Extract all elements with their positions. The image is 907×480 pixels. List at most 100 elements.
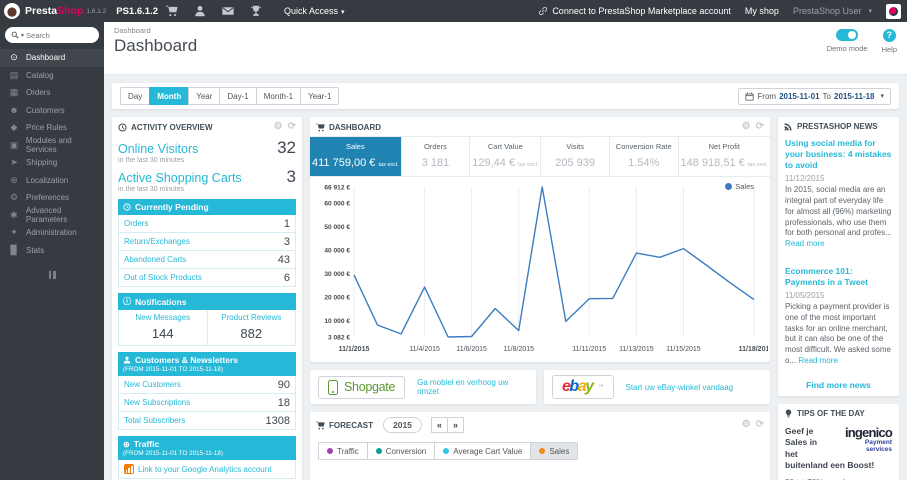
gear-icon[interactable]: ⚙: [742, 420, 751, 430]
toggle-conversion[interactable]: Conversion: [367, 443, 436, 459]
range-year-1-button[interactable]: Year-1: [300, 87, 340, 105]
svg-text:11/15/2015: 11/15/2015: [666, 346, 701, 353]
advanced-parameters-icon: ✱: [10, 209, 18, 220]
toggle-traffic[interactable]: Traffic: [319, 443, 368, 459]
user-avatar[interactable]: [886, 3, 901, 19]
table-row: Total Subscribers 1308: [118, 412, 296, 430]
news-panel-title: PRESTASHOP NEWS: [797, 122, 878, 131]
new-messages-link[interactable]: New Messages: [121, 313, 205, 322]
sales-chart: Sales 11/1/2015 11/4/2015 11/6/2015 11/8/20…: [310, 177, 770, 362]
gear-icon[interactable]: ⚙: [274, 122, 283, 132]
kpi-visits-tab[interactable]: Visits 205 939: [541, 137, 610, 176]
google-analytics-link[interactable]: Link to your Google Analytics account: [138, 465, 271, 474]
pending-returns-link[interactable]: Return/Exchanges: [124, 237, 190, 246]
calendar-icon: [745, 92, 754, 101]
gear-icon[interactable]: ⚙: [742, 122, 751, 132]
marketplace-link[interactable]: Connect to PrestaShop Marketplace accoun…: [538, 6, 731, 16]
total-subscribers-link[interactable]: Total Subscribers: [124, 416, 185, 425]
sidebar-item-orders[interactable]: ▦ Orders: [0, 84, 104, 102]
read-more-link[interactable]: Read more: [798, 356, 838, 365]
customers-table: New Customers 90 New Subscriptions 18 Tota…: [118, 376, 296, 430]
page-title: Dashboard: [114, 36, 198, 55]
help-icon[interactable]: ?: [882, 29, 896, 42]
sidebar-search[interactable]: ▾: [5, 27, 99, 43]
sidebar-item-price-rules[interactable]: ◆ Price Rules: [0, 119, 104, 137]
shopgate-link[interactable]: Ga mobiel en verhoog uw omzet: [417, 378, 528, 396]
range-day-1-button[interactable]: Day-1: [219, 87, 257, 105]
article-excerpt: In 2015, social media are an integral pa…: [785, 185, 892, 249]
my-shop-link[interactable]: My shop: [745, 6, 779, 16]
pending-table: Orders 1 Return/Exchanges 3 Abandoned Cart…: [118, 215, 296, 287]
svg-text:66 912 €: 66 912 €: [324, 184, 350, 191]
refresh-icon[interactable]: ⟳: [756, 420, 764, 430]
find-more-news-link[interactable]: Find more news: [778, 372, 899, 396]
ebay-link[interactable]: Start uw eBay-winkel vandaag: [626, 383, 734, 392]
sidebar-item-shipping[interactable]: ➤ Shipping: [0, 154, 104, 172]
shop-code: PS1.6.1.2: [116, 5, 158, 17]
svg-text:60 000 €: 60 000 €: [324, 201, 350, 208]
range-day-button[interactable]: Day: [120, 87, 151, 105]
sidebar-item-dashboard[interactable]: ⊙ Dashboard: [0, 49, 104, 67]
active-carts-link[interactable]: Active Shopping Carts: [118, 171, 242, 185]
online-visitors-value: 32: [277, 138, 296, 157]
toggle-sales[interactable]: Sales: [531, 443, 578, 459]
kpi-sales-tab[interactable]: Sales 411 759,00 € tax excl.: [310, 137, 402, 176]
svg-text:11/1/2015: 11/1/2015: [339, 346, 370, 353]
activity-icon: [118, 123, 127, 132]
kpi-cart-value-tab[interactable]: Cart Value 129,44 € tax excl.: [470, 137, 542, 176]
out-of-stock-link[interactable]: Out of Stock Products: [124, 273, 202, 282]
user-menu[interactable]: PrestaShop User ▾: [793, 6, 872, 16]
refresh-icon[interactable]: ⟳: [288, 122, 296, 132]
tips-of-the-day-panel: TIPS OF THE DAY ingenico Payment services…: [778, 403, 899, 480]
article-date: 11/05/2015: [785, 291, 825, 301]
previous-year-button[interactable]: «: [430, 417, 448, 433]
read-more-link[interactable]: Read more: [785, 239, 825, 248]
date-range-picker[interactable]: From 2015-11-01 To 2015-11-18 ▾: [738, 87, 891, 105]
kpi-net-profit-tab[interactable]: Net Profit 148 918,51 € tax excl.: [679, 137, 770, 176]
kpi-conversion-tab[interactable]: Conversion Rate 1.54%: [610, 137, 679, 176]
sidebar-item-administration[interactable]: ✦ Administration: [0, 224, 104, 242]
employees-icon[interactable]: [194, 5, 206, 17]
phone-icon: [328, 379, 338, 395]
sidebar-item-stats[interactable]: ▉ Stats: [0, 242, 104, 260]
range-year-button[interactable]: Year: [188, 87, 221, 105]
range-month-1-button[interactable]: Month-1: [255, 87, 302, 105]
article-title-link[interactable]: Ecommerce 101: Payments in a Tweet: [785, 266, 892, 288]
sidebar-item-localization[interactable]: ⊕ Localization: [0, 172, 104, 190]
dashboard-panel-title: DASHBOARD: [329, 122, 381, 132]
product-reviews-link[interactable]: Product Reviews: [210, 313, 294, 322]
sidebar-collapse-button[interactable]: [47, 271, 57, 279]
quick-access-menu[interactable]: Quick Access ▾: [284, 6, 345, 16]
pending-orders-link[interactable]: Orders: [124, 219, 148, 228]
online-visitors-link[interactable]: Online Visitors: [118, 142, 198, 156]
abandoned-carts-link[interactable]: Abandoned Carts: [124, 255, 186, 264]
to-date: 2015-11-18: [834, 91, 875, 101]
refresh-icon[interactable]: ⟳: [756, 122, 764, 132]
sidebar-item-preferences[interactable]: ⚙ Preferences: [0, 189, 104, 207]
sales-dot-icon: [539, 448, 546, 454]
svg-text:11/6/2015: 11/6/2015: [456, 346, 487, 353]
next-year-button[interactable]: »: [446, 417, 464, 433]
range-month-button[interactable]: Month: [149, 87, 190, 105]
sidebar-item-catalog[interactable]: ▤ Catalog: [0, 67, 104, 85]
toggle-average-cart-value[interactable]: Average Cart Value: [435, 443, 532, 459]
shipping-icon: ➤: [10, 157, 18, 168]
ingenico-logo: ingenico Payment services: [844, 424, 893, 453]
news-article: Using social media for your business: 4 …: [778, 135, 899, 255]
kpi-orders-tab[interactable]: Orders 3 181: [402, 137, 471, 176]
new-customers-link[interactable]: New Customers: [124, 380, 181, 389]
table-row: New Customers 90: [118, 376, 296, 394]
chart-legend[interactable]: Sales: [725, 182, 754, 191]
new-subscriptions-link[interactable]: New Subscriptions: [124, 398, 190, 407]
sidebar-item-modules[interactable]: ▣ Modules and Services: [0, 136, 104, 154]
search-input[interactable]: [26, 30, 83, 40]
sidebar-item-advanced-parameters[interactable]: ✱ Advanced Parameters: [0, 206, 104, 224]
modules-icon: ▣: [9, 139, 19, 150]
sidebar-item-customers[interactable]: ☻ Customers: [0, 102, 104, 120]
catalog-icon: ▤: [9, 69, 19, 80]
article-title-link[interactable]: Using social media for your business: 4 …: [785, 138, 892, 171]
messages-icon[interactable]: [222, 5, 234, 17]
cart-icon[interactable]: [166, 5, 178, 17]
demo-mode-toggle[interactable]: [836, 29, 859, 41]
trophy-icon[interactable]: [250, 5, 262, 17]
